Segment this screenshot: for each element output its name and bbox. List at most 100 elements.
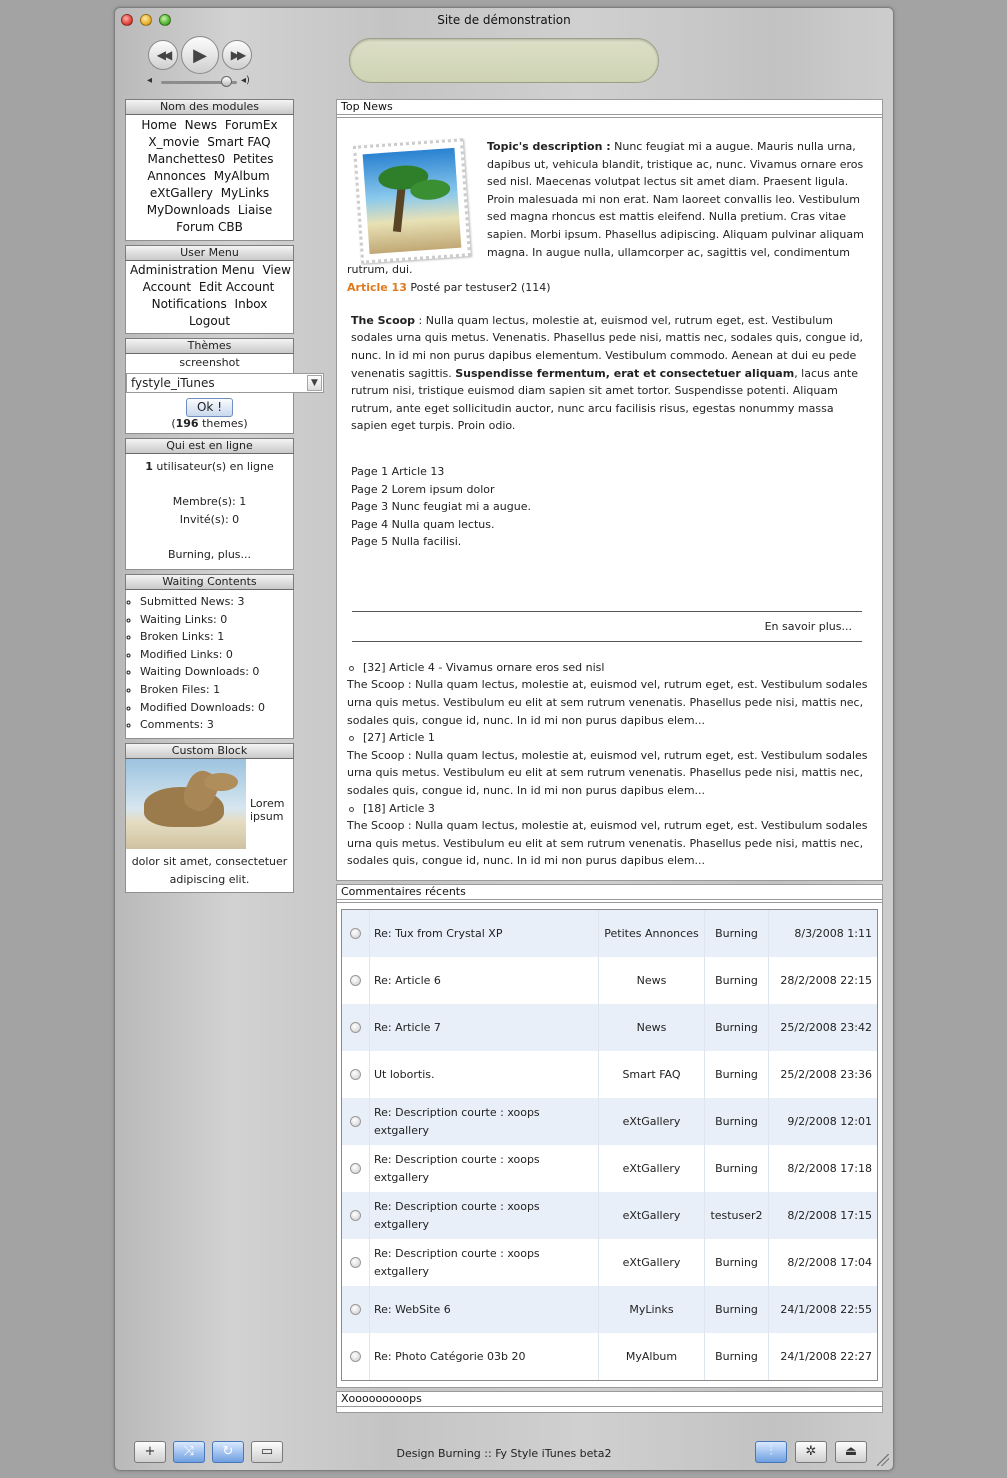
xooops-panel: Xooooooooops: [336, 1391, 883, 1413]
rewind-icon[interactable]: ◀◀: [148, 40, 178, 70]
user-menu-notifications[interactable]: Notifications: [152, 297, 227, 311]
module-link-mydownloads[interactable]: MyDownloads: [147, 203, 230, 217]
waiting-item[interactable]: Waiting Links: 0: [140, 611, 291, 629]
online-guests: Invité(s): 0: [179, 513, 240, 526]
read-more-bar: En savoir plus...: [352, 610, 862, 642]
panel-title: Xooooooooops: [337, 1392, 882, 1407]
panel-title: Commentaires récents: [337, 885, 882, 900]
window-title: Site de démonstration: [437, 13, 571, 27]
module-link-extgallery[interactable]: eXtGallery: [150, 186, 213, 200]
theme-screenshot-link[interactable]: screenshot: [126, 356, 293, 369]
footer-bar: + ⤨ ↻ ▭ Design Burning :: Fy Style iTune…: [115, 1441, 893, 1465]
resize-grip[interactable]: [877, 1454, 889, 1466]
volume-low-icon: ◂: [147, 75, 153, 86]
more-news-text: The Scoop : Nulla quam lectus, molestie …: [347, 748, 868, 798]
module-link-x-movie[interactable]: X_movie: [148, 135, 199, 149]
sidebar: Nom des modules Home News ForumEx X_movi…: [125, 99, 324, 897]
equalizer-icon[interactable]: ⫶: [755, 1441, 787, 1463]
app-window: Site de démonstration ◀◀ ▶ ▶▶ ◂ ◂) Nom d…: [114, 7, 894, 1471]
modules-block: Nom des modules Home News ForumEx X_movi…: [125, 99, 294, 241]
user-menu-logout[interactable]: Logout: [189, 314, 230, 328]
camel-image: [126, 758, 246, 849]
themes-body: screenshot fystyle_iTunes ▼ Ok ! (196 th…: [125, 354, 324, 434]
module-link-forumex[interactable]: ForumEx: [225, 118, 278, 132]
article-meta: Article 13 Posté par testuser2 (114): [347, 280, 551, 294]
table-row[interactable]: Re: Tux from Crystal XP Petites Annonces B…: [342, 910, 877, 957]
waiting-item[interactable]: Waiting Downloads: 0: [140, 663, 291, 681]
volume-slider-knob[interactable]: [221, 76, 232, 87]
module-link-smart-faq[interactable]: Smart FAQ: [207, 135, 270, 149]
user-menu-admin[interactable]: Administration Menu: [130, 263, 255, 277]
module-link-liaise[interactable]: Liaise: [238, 203, 272, 217]
top-news-panel: Top News Topic's description : Nunc feug…: [336, 99, 883, 881]
waiting-item[interactable]: Comments: 3: [140, 716, 291, 734]
waiting-item[interactable]: Modified Links: 0: [140, 646, 291, 664]
more-news-title[interactable]: [18] Article 3: [347, 800, 872, 818]
user-menu-block: User Menu Administration Menu View Accou…: [125, 245, 294, 334]
table-row[interactable]: Re: Description courte : xoops extgaller…: [342, 1192, 877, 1239]
online-who-link[interactable]: Burning, plus...: [128, 546, 291, 564]
play-icon[interactable]: ▶: [181, 36, 219, 74]
table-row[interactable]: Re: Description courte : xoops extgaller…: [342, 1145, 877, 1192]
more-news-text: The Scoop : Nulla quam lectus, molestie …: [347, 819, 868, 868]
more-news-title[interactable]: [32] Article 4 - Vivamus ornare eros sed…: [347, 659, 872, 677]
comment-icon: [350, 1304, 361, 1315]
comment-icon: [350, 1163, 361, 1174]
article-pages: Page 1 Article 13 Page 2 Lorem ipsum dol…: [351, 463, 872, 551]
module-link-mylinks[interactable]: MyLinks: [221, 186, 269, 200]
waiting-body: Submitted News: 3 Waiting Links: 0 Broke…: [125, 590, 294, 739]
waiting-item[interactable]: Broken Files: 1: [140, 681, 291, 699]
module-link-news[interactable]: News: [185, 118, 217, 132]
module-link-home[interactable]: Home: [141, 118, 176, 132]
waiting-item[interactable]: Modified Downloads: 0: [140, 699, 291, 717]
waiting-item[interactable]: Submitted News: 3: [140, 593, 291, 611]
page-link[interactable]: Page 3 Nunc feugiat mi a augue.: [351, 498, 872, 516]
comment-icon: [350, 1351, 361, 1362]
user-menu-edit-account[interactable]: Edit Account: [199, 280, 275, 294]
visualizer-icon[interactable]: ✲: [795, 1441, 827, 1463]
eject-icon[interactable]: ⏏: [835, 1441, 867, 1463]
module-link-myalbum[interactable]: MyAlbum: [214, 169, 270, 183]
more-news-text: The Scoop : Nulla quam lectus, molestie …: [347, 678, 868, 727]
waiting-item[interactable]: Broken Links: 1: [140, 628, 291, 646]
online-body: 1 utilisateur(s) en ligne Membre(s): 1 I…: [125, 454, 294, 570]
theme-select[interactable]: fystyle_iTunes ▼: [126, 373, 324, 393]
page-link[interactable]: Page 1 Article 13: [351, 463, 872, 481]
topic-section: Topic's description : Nunc feugiat mi a …: [347, 138, 872, 279]
main-content: Top News Topic's description : Nunc feug…: [336, 99, 883, 1416]
smiley-icon: [350, 1116, 361, 1127]
theme-ok-button[interactable]: Ok !: [185, 398, 234, 417]
article-link[interactable]: Article 13: [347, 281, 407, 294]
page-link[interactable]: Page 2 Lorem ipsum dolor: [351, 481, 872, 499]
panel-title: Top News: [337, 100, 882, 115]
comment-icon: [350, 1257, 361, 1268]
recent-comments-panel: Commentaires récents Re: Tux from Crysta…: [336, 884, 883, 1388]
module-link-forum-cbb[interactable]: Forum CBB: [176, 220, 243, 234]
table-row[interactable]: Re: Description courte : xoops extgaller…: [342, 1098, 877, 1145]
page-link[interactable]: Page 4 Nulla quam lectus.: [351, 516, 872, 534]
more-news-list: [32] Article 4 - Vivamus ornare eros sed…: [347, 659, 872, 880]
table-row[interactable]: Re: Article 7 News Burning 25/2/2008 23:42: [342, 1004, 877, 1051]
article-scoop: The Scoop : Nulla quam lectus, molestie …: [351, 313, 864, 433]
online-members: Membre(s): 1: [172, 495, 247, 508]
volume-high-icon: ◂): [241, 75, 250, 86]
online-block: Qui est en ligne 1 utilisateur(s) en lig…: [125, 438, 294, 570]
table-row[interactable]: Re: Photo Catégorie 03b 20 MyAlbum Burning…: [342, 1333, 877, 1380]
block-title: Nom des modules: [125, 99, 294, 115]
fast-forward-icon[interactable]: ▶▶: [222, 40, 252, 70]
page-link[interactable]: Page 5 Nulla facilisi.: [351, 533, 872, 551]
user-menu-inbox[interactable]: Inbox: [235, 297, 268, 311]
status-display: [349, 38, 659, 83]
table-row[interactable]: Re: Description courte : xoops extgaller…: [342, 1239, 877, 1286]
comment-icon: [350, 1210, 361, 1221]
more-news-title[interactable]: [27] Article 1: [347, 729, 872, 747]
waiting-block: Waiting Contents Submitted News: 3 Waiti…: [125, 574, 294, 739]
custom-text-bottom: dolor sit amet, consectetuer adipiscing …: [131, 854, 288, 886]
table-row[interactable]: Re: Article 6 News Burning 28/2/2008 22:15: [342, 957, 877, 1004]
table-row[interactable]: Re: WebSite 6 MyLinks Burning 24/1/2008 22:…: [342, 1286, 877, 1333]
theme-select-value: fystyle_iTunes: [131, 376, 215, 390]
read-more-link[interactable]: En savoir plus...: [765, 620, 852, 633]
table-row[interactable]: Ut lobortis. Smart FAQ Burning 25/2/2008 23…: [342, 1051, 877, 1098]
comment-icon: [350, 975, 361, 986]
module-link-manchettes0[interactable]: Manchettes0: [148, 152, 226, 166]
